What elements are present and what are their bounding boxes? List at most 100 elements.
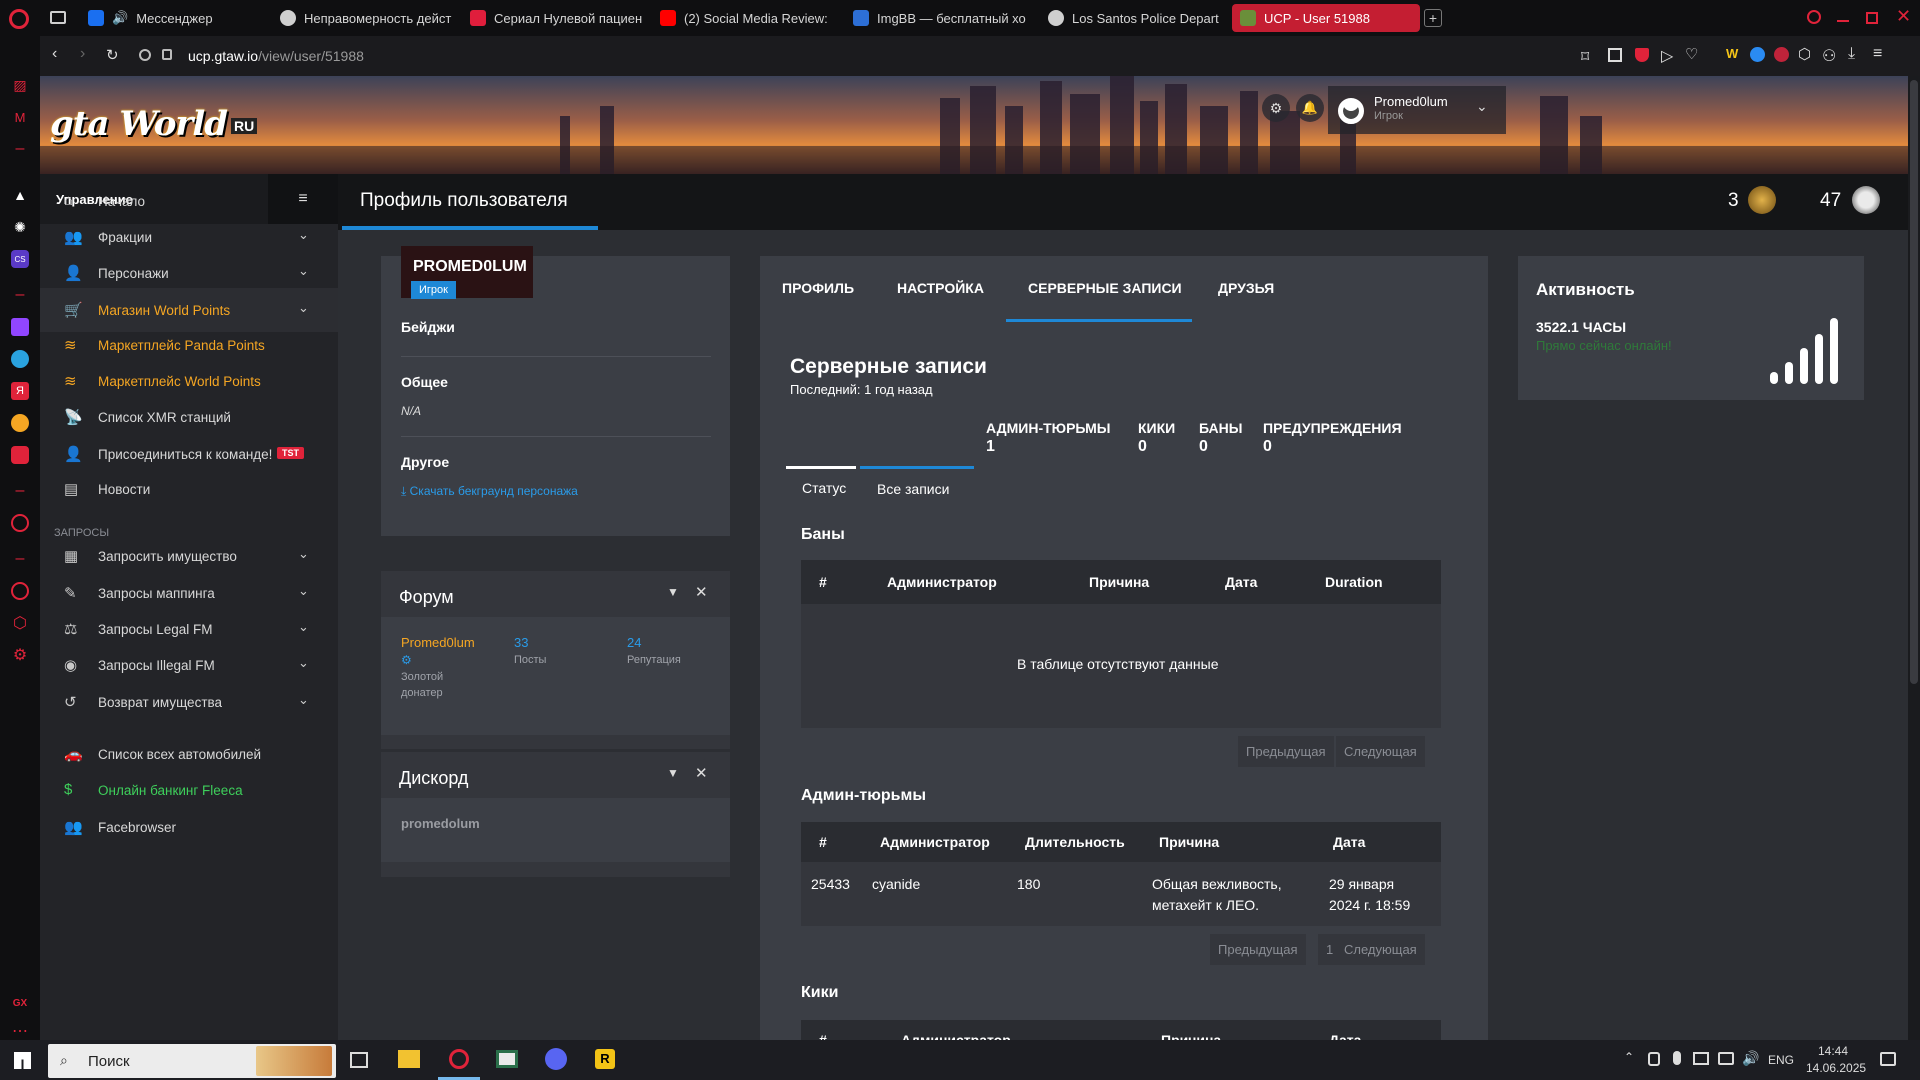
column-header[interactable]: Дата — [1225, 574, 1257, 590]
network-icon[interactable] — [1718, 1052, 1734, 1065]
shield-icon[interactable] — [1635, 48, 1649, 62]
yandex-icon[interactable]: Я — [11, 382, 29, 400]
sidebar-item-undo[interactable]: ↺ Возврат имущества ⌄ — [40, 680, 338, 724]
cs-icon[interactable]: CS — [11, 250, 29, 268]
bans-prev-button[interactable]: Предыдущая — [1238, 736, 1334, 767]
tab-profile[interactable]: ПРОФИЛЬ — [782, 280, 854, 296]
collapse-icon[interactable]: ▼ — [667, 585, 679, 599]
clock-date[interactable]: 14.06.2025 — [1806, 1061, 1866, 1075]
player-icon[interactable] — [11, 514, 29, 532]
column-header[interactable]: Причина — [1089, 574, 1149, 590]
column-header[interactable]: Дата — [1329, 1032, 1361, 1040]
new-tab-button[interactable]: + — [1424, 9, 1442, 27]
column-header[interactable]: Дата — [1333, 834, 1365, 850]
gmail-icon[interactable]: M — [11, 108, 29, 126]
gx-corner-icon[interactable]: ▨ — [11, 76, 29, 94]
user-menu[interactable]: Promed0lum Игрок ⌄ — [1328, 86, 1506, 134]
microphone-icon[interactable] — [1673, 1051, 1681, 1065]
notifications-icon[interactable]: 🔔 — [1296, 94, 1324, 122]
download-background-link[interactable]: ⤓ Скачать бекграунд персонажа — [401, 484, 578, 499]
site-info-icon[interactable] — [139, 49, 151, 61]
heart-icon[interactable]: ♡ — [1685, 45, 1698, 63]
bookmark-icon[interactable]: ⌑ — [1581, 47, 1589, 67]
search-icon[interactable] — [1807, 10, 1821, 24]
back-button[interactable]: ‹ — [52, 45, 57, 63]
reload-button[interactable]: ↻ — [106, 46, 119, 64]
forward-button[interactable]: › — [80, 45, 85, 63]
column-header[interactable]: Причина — [1161, 1032, 1221, 1040]
tab-server-records[interactable]: СЕРВЕРНЫЕ ЗАПИСИ — [1028, 280, 1182, 296]
aria-icon[interactable]: ▲ — [11, 186, 29, 204]
language-indicator[interactable]: ENG — [1768, 1053, 1794, 1067]
extensions-icon[interactable]: ⬡ — [1798, 45, 1811, 63]
jails-next-button[interactable]: Следующая — [1336, 934, 1425, 965]
settings-icon[interactable]: ⚙ — [11, 646, 29, 664]
windows-start-icon[interactable] — [14, 1052, 31, 1069]
task-view-icon[interactable] — [350, 1052, 368, 1068]
volume-icon[interactable]: 🔊 — [1742, 1050, 1759, 1067]
w-extension-icon[interactable]: W — [1726, 46, 1738, 61]
jails-prev-button[interactable]: Предыдущая — [1210, 934, 1306, 965]
extensions-icon[interactable]: ⬡ — [11, 614, 29, 632]
rockstar-icon[interactable]: R — [595, 1049, 615, 1069]
opera-gx-taskbar-icon[interactable] — [449, 1049, 469, 1069]
more-icon[interactable]: ⋯ — [11, 1022, 29, 1040]
settings-icon[interactable]: ⚙ — [1262, 94, 1290, 122]
tab-youtube[interactable]: (2) Social Media Review: — [652, 4, 840, 32]
vpn-extension-icon[interactable] — [1774, 47, 1789, 62]
tray-app-icon[interactable] — [1648, 1052, 1660, 1066]
snapshot-icon[interactable] — [1608, 48, 1622, 62]
maximize-button[interactable] — [1866, 12, 1878, 24]
s-extension-icon[interactable] — [1750, 47, 1765, 62]
subtab-status[interactable]: Статус — [802, 480, 846, 496]
gtaw-logo[interactable]: gta World RU — [50, 84, 258, 144]
subtab-all-records[interactable]: Все записи — [877, 481, 949, 497]
history-icon[interactable] — [11, 582, 29, 600]
column-header[interactable]: # — [819, 834, 827, 850]
close-icon[interactable]: ✕ — [695, 583, 708, 601]
profile-icon[interactable]: ⚇ — [1822, 46, 1836, 66]
tray-monitor-icon[interactable] — [1693, 1052, 1709, 1065]
medal-icon[interactable] — [1748, 186, 1776, 214]
column-header[interactable]: # — [819, 1032, 827, 1040]
sidebar-item-users[interactable]: 👥 Facebrowser — [40, 805, 338, 849]
tray-chevron-icon[interactable]: ⌃ — [1624, 1050, 1634, 1064]
page-scrollbar[interactable] — [1908, 76, 1920, 1040]
close-icon[interactable]: ✕ — [695, 764, 708, 782]
tab-lspd[interactable]: Los Santos Police Depart — [1040, 4, 1228, 32]
tab-article[interactable]: Неправомерность дейст — [272, 4, 462, 32]
opera-logo-icon[interactable] — [9, 9, 29, 29]
collapse-icon[interactable]: ▼ — [667, 766, 679, 780]
download-icon[interactable]: ⤓ — [1848, 45, 1855, 63]
tab-friends[interactable]: ДРУЗЬЯ — [1218, 280, 1274, 296]
bans-next-button[interactable]: Следующая — [1336, 736, 1425, 767]
play-icon[interactable]: ▷ — [1661, 46, 1673, 66]
discord-taskbar-icon[interactable] — [545, 1048, 567, 1070]
tab-manager-icon[interactable] — [50, 11, 66, 24]
tab-imgbb[interactable]: ImgBB — бесплатный хо — [845, 4, 1033, 32]
column-header[interactable]: Администратор — [880, 834, 990, 850]
column-header[interactable]: Администратор — [901, 1032, 1011, 1040]
column-header[interactable]: Duration — [1325, 574, 1383, 590]
panda-icon[interactable] — [1852, 186, 1880, 214]
gx-logo-icon[interactable]: GX — [11, 994, 29, 1012]
column-header[interactable]: Длительность — [1025, 834, 1125, 850]
minimize-button[interactable] — [1837, 20, 1849, 22]
chatgpt-icon[interactable]: ✺ — [11, 218, 29, 236]
tab-series[interactable]: Сериал Нулевой пациен — [462, 4, 650, 32]
terminal-icon[interactable] — [496, 1050, 518, 1068]
forum-user[interactable]: Promed0lum — [401, 635, 475, 650]
twitch-icon[interactable] — [11, 318, 29, 336]
scrollbar-thumb[interactable] — [1910, 80, 1918, 684]
telegram-icon[interactable] — [11, 350, 29, 368]
taskbar-search-box[interactable]: ⌕ Поиск — [48, 1044, 336, 1078]
menu-icon[interactable]: ≡ — [1873, 45, 1882, 63]
tab-settings[interactable]: НАСТРОЙКА — [897, 280, 984, 296]
tab-ucp[interactable]: UCP - User 51988 — [1232, 4, 1420, 32]
column-header[interactable]: # — [819, 574, 827, 590]
url-field[interactable]: ucp.gtaw.io/view/user/51988 — [188, 48, 364, 64]
tab-messenger[interactable]: 🔊 Мессенджер — [80, 4, 260, 32]
clock-time[interactable]: 14:44 — [1818, 1044, 1848, 1058]
vk-icon[interactable] — [11, 446, 29, 464]
notification-center-icon[interactable] — [1880, 1052, 1896, 1066]
